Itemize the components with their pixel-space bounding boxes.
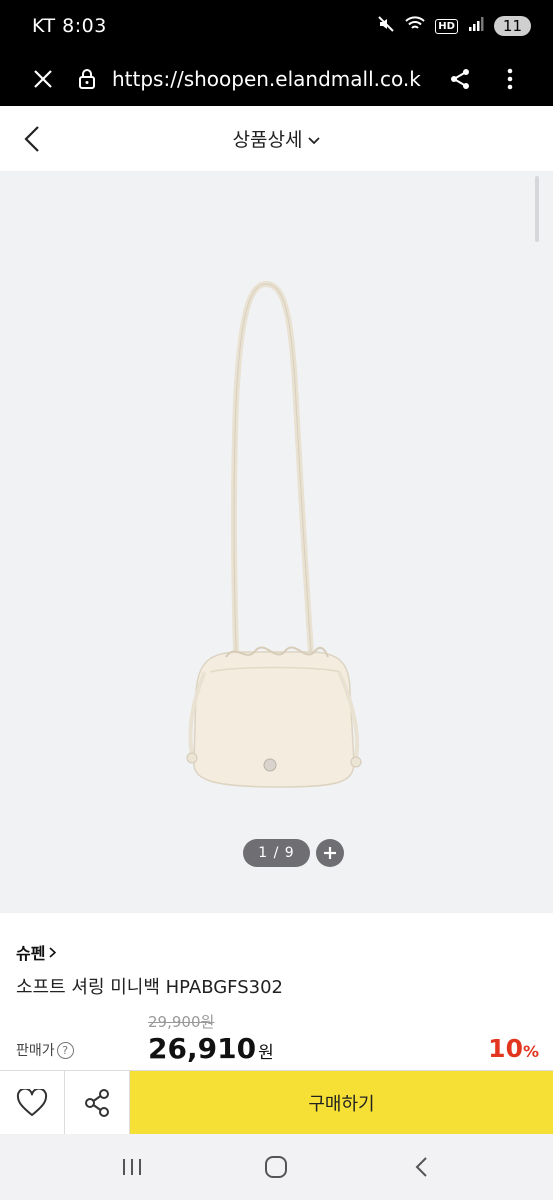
lock-icon [74, 68, 100, 90]
buy-button[interactable]: 구매하기 [130, 1071, 553, 1135]
image-pager: 1 / 9 [243, 839, 310, 867]
mute-icon [377, 15, 395, 37]
more-vert-icon[interactable] [495, 68, 525, 90]
heart-icon [16, 1089, 48, 1116]
notification-count: 11 [493, 16, 531, 36]
price-label: 판매가 ? [16, 1040, 74, 1060]
final-price-amount: 26,910 [148, 1032, 257, 1065]
share-button[interactable] [65, 1071, 130, 1135]
share-icon[interactable] [445, 68, 475, 90]
hd-badge: HD [435, 18, 458, 34]
page-header: 상품상세 [0, 106, 553, 172]
discount-percent-sign: % [522, 1042, 539, 1061]
browser-url-bar: https://shoopen.elandmall.co.kr/i [0, 52, 553, 106]
android-nav-bar [0, 1134, 553, 1200]
brand-link[interactable]: 슈펜 [16, 940, 57, 964]
chevron-down-icon [308, 128, 321, 150]
original-price: 29,900원 [148, 1013, 215, 1031]
brand-name: 슈펜 [16, 944, 46, 963]
product-image-gallery[interactable]: 1 / 9 [0, 172, 553, 913]
plus-icon [324, 847, 336, 859]
home-icon[interactable] [256, 1147, 296, 1187]
status-icons: HD 11 [377, 15, 531, 37]
share-icon [85, 1089, 109, 1117]
close-icon[interactable] [28, 68, 58, 90]
help-icon[interactable]: ? [56, 1041, 74, 1059]
wifi-icon [405, 16, 425, 36]
product-bag-image [186, 280, 362, 788]
scroll-thumb [535, 176, 539, 242]
nav-back-icon[interactable] [401, 1147, 441, 1187]
status-bar: KT 8:03 HD 11 [0, 0, 553, 52]
header-title-dropdown[interactable]: 상품상세 [233, 125, 321, 152]
zoom-plus-button[interactable] [316, 839, 344, 867]
wishlist-button[interactable] [0, 1071, 65, 1135]
product-name: 소프트 셔링 미니백 HPABGFS302 [16, 977, 283, 998]
discount-number: 10 [488, 1034, 523, 1063]
page-title: 상품상세 [232, 129, 303, 151]
back-arrow-icon[interactable] [14, 121, 50, 157]
price-label-text: 판매가 [16, 1043, 55, 1059]
recent-apps-icon[interactable] [112, 1147, 152, 1187]
final-price-unit: 원 [258, 1043, 274, 1063]
carrier-time: KT 8:03 [32, 15, 107, 37]
url-text[interactable]: https://shoopen.elandmall.co.kr/i [112, 67, 422, 91]
chevron-right-icon [49, 943, 57, 962]
signal-icon [468, 16, 484, 36]
discount-rate: 10 % [488, 1034, 539, 1063]
bottom-action-bar: 구매하기 [0, 1070, 553, 1135]
final-price: 26,910 원 [148, 1032, 274, 1065]
